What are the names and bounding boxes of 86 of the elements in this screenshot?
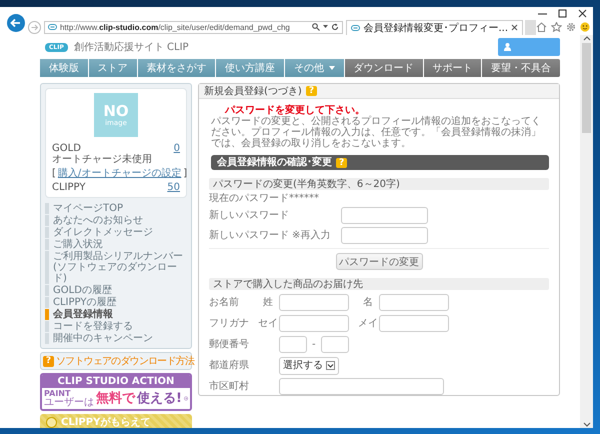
forward-button[interactable] [28, 20, 41, 34]
account-button[interactable] [498, 38, 560, 56]
field-label: 姓 [262, 297, 274, 308]
field-label: 名 [362, 297, 374, 308]
points-label: CLIPPY [52, 182, 86, 193]
sidebar-item[interactable]: ダイレクトメッセージ [45, 227, 187, 238]
input-field[interactable] [279, 336, 307, 353]
coin-icon [46, 416, 57, 428]
charge-status: オートチャージ未使用 [52, 154, 153, 165]
sidebar-item[interactable]: ご利用製品シリアルナンバー(ソフトウェアのダウンロード) [45, 251, 187, 284]
nav-tab[interactable]: ストア [88, 59, 136, 77]
site-title: 創作活動応援サイト CLIP [74, 40, 189, 54]
scrollbar-thumb[interactable] [582, 43, 591, 133]
subsection-header: パスワードの変更(半角英数字、6～20字) [209, 178, 549, 190]
sidebar-item[interactable]: 会員登録情報 [45, 309, 187, 320]
section-title: 会員登録情報の確認･変更 [217, 157, 332, 168]
sidebar-item[interactable]: ご購入状況 [45, 239, 187, 250]
nav-tab[interactable]: 体験版 [40, 59, 88, 77]
panel-title: 新規会員登録(つづき) [204, 86, 302, 96]
input-field[interactable] [279, 378, 444, 395]
close-icon[interactable] [578, 8, 587, 18]
field-label: お名前 [209, 297, 240, 308]
field-note: ※再入力 [292, 230, 330, 241]
field-label: 新しいパスワード [209, 230, 289, 241]
points-link[interactable]: 50 [167, 182, 180, 193]
subsection-header: ストアで購入した商品のお届け先 [209, 278, 549, 290]
download-help-link[interactable]: ソフトウェアのダウンロード方法 [56, 354, 194, 368]
placeholder-text: NO [103, 104, 129, 118]
help-badge: ? [43, 356, 54, 366]
field-label: 都道府県 [209, 360, 250, 371]
field-label: 郵便番号 [209, 339, 250, 350]
sidebar-item[interactable]: あなたへのお知らせ [45, 215, 187, 226]
address-field[interactable]: http://www.clip-studio.com/clip_site/user/edit/demand_pwd_chg [44, 20, 344, 34]
prefecture-select[interactable]: 選択する [279, 356, 339, 374]
back-button[interactable] [7, 14, 25, 32]
settings-link[interactable]: 購入/オートチャージの設定 [58, 168, 182, 179]
password-field[interactable] [341, 227, 428, 244]
sidebar-item[interactable]: コードを登録する [45, 321, 187, 332]
nav-tab[interactable]: ダウンロード [344, 59, 422, 77]
page-icon [48, 24, 57, 30]
search-icon[interactable] [312, 23, 320, 31]
scroll-up-icon[interactable] [582, 35, 590, 41]
sidebar-item[interactable]: 開催中のキャンペーン [45, 333, 187, 344]
separator: - [312, 339, 316, 350]
caret-icon[interactable] [323, 25, 328, 29]
page-icon [351, 24, 360, 30]
caret-icon [328, 66, 335, 70]
close-icon[interactable] [511, 24, 518, 31]
nav-tab[interactable]: その他 [285, 59, 344, 77]
plan-label: GOLD [52, 143, 81, 154]
sidebar-item[interactable]: マイページTOP [45, 203, 187, 214]
sidebar-item[interactable]: GOLDの履歴 [45, 285, 187, 296]
settings-icon[interactable] [566, 22, 576, 32]
star-icon[interactable] [551, 22, 562, 32]
person-icon [504, 43, 511, 51]
nav-tab[interactable]: サポート [424, 59, 482, 77]
field-label: 市区町村 [209, 381, 250, 392]
nav-tab[interactable]: 素材をさがす [138, 59, 216, 77]
plan-value-link[interactable]: 0 [174, 143, 180, 154]
chevron-icon [326, 361, 335, 370]
bracket: [ [52, 168, 56, 179]
input-field[interactable] [379, 294, 449, 311]
bracket: ] [183, 168, 188, 179]
nav-tab[interactable]: 要望・不具合 [482, 59, 560, 77]
current-password: ****** [289, 193, 319, 204]
field-label: メイ [357, 318, 379, 329]
scroll-down-icon[interactable] [582, 422, 590, 428]
field-label: 新しいパスワード [209, 210, 289, 221]
home-icon[interactable] [536, 22, 547, 32]
password-field[interactable] [341, 207, 428, 224]
sidebar-item[interactable]: CLIPPYの履歴 [45, 297, 187, 308]
field-label: セイ [257, 318, 279, 329]
change-password-button[interactable]: パスワードの変更 [336, 253, 422, 270]
maximize-icon[interactable] [558, 8, 567, 18]
input-field[interactable] [320, 336, 349, 353]
intro-text: パスワードの変更と、公開されるプロフィール情報の追加をおこなってください。プロフィール情報の入力は、任意です。「会員登録情報の抹消」では、会員登録の取り消しをおこないます。 [211, 116, 542, 149]
nav-tab[interactable]: 使い方講座 [216, 59, 284, 77]
warning-text: パスワードを変更して下さい。 [225, 105, 365, 116]
input-field[interactable] [279, 294, 349, 311]
field-label: フリガナ [209, 318, 250, 329]
input-field[interactable] [379, 315, 449, 332]
refresh-icon[interactable] [331, 23, 340, 31]
field-label: 現在のパスワード [209, 193, 289, 204]
browser-tab[interactable]: 会員登録情報変更･プロフィー... [346, 20, 524, 34]
input-field[interactable] [279, 315, 349, 332]
smiley-icon[interactable] [580, 22, 590, 32]
